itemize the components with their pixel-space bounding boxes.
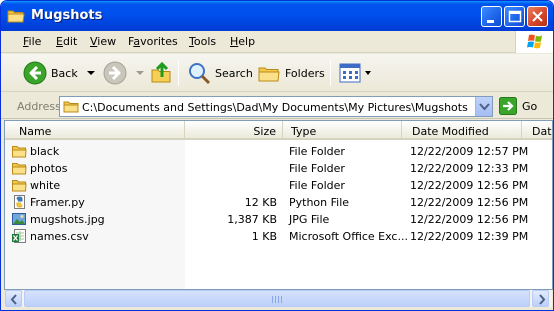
file-size: 12 KB xyxy=(244,196,277,209)
file-name: white xyxy=(30,179,61,192)
file-date-modified: 12/22/2009 12:56 PM xyxy=(410,196,529,209)
file-name: photos xyxy=(30,162,68,175)
scroll-right-button[interactable] xyxy=(532,290,549,307)
file-name: names.csv xyxy=(30,230,89,243)
close-icon xyxy=(532,11,543,22)
menu-view[interactable]: View xyxy=(90,35,116,48)
file-name: mugshots.jpg xyxy=(30,213,105,226)
file-type: JPG File xyxy=(289,213,330,226)
chevron-down-icon[interactable] xyxy=(135,68,145,78)
address-input[interactable]: C:\Documents and Settings\Dad\My Documen… xyxy=(59,96,493,117)
file-date-modified: 12/22/2009 12:56 PM xyxy=(410,213,529,226)
maximize-button[interactable] xyxy=(504,6,525,27)
menu-tools[interactable]: Tools xyxy=(189,35,216,48)
folder-icon xyxy=(63,101,79,113)
file-size: 1 KB xyxy=(251,230,277,243)
address-label: Address xyxy=(17,100,61,113)
file-size: 1,387 KB xyxy=(227,213,277,226)
back-label: Back xyxy=(51,66,78,80)
minimize-icon xyxy=(487,20,494,23)
file-date-modified: 12/22/2009 12:39 PM xyxy=(410,230,529,243)
back-arrow-icon xyxy=(23,61,47,85)
horizontal-scrollbar[interactable] xyxy=(5,290,552,307)
column-size[interactable]: Size xyxy=(185,121,283,140)
minimize-button[interactable] xyxy=(481,6,502,27)
menu-bar: File Edit View Favorites Tools Help xyxy=(1,31,553,53)
title-bar[interactable]: Mugshots xyxy=(1,1,553,31)
go-button[interactable]: Go xyxy=(499,97,537,115)
explorer-window: Mugshots File Edit View Favorites Tools … xyxy=(0,0,554,311)
python-file-icon xyxy=(14,195,25,209)
search-icon xyxy=(189,63,211,85)
maximize-icon xyxy=(508,10,522,23)
file-row[interactable]: black File Folder 12/22/2009 12:57 PM xyxy=(5,143,552,160)
menu-help[interactable]: Help xyxy=(230,35,255,48)
folder-icon xyxy=(12,163,27,175)
address-path: C:\Documents and Settings\Dad\My Documen… xyxy=(82,101,468,114)
views-icon xyxy=(339,63,361,83)
file-row[interactable]: Framer.py 12 KB Python File 12/22/2009 12:5… xyxy=(5,194,552,211)
file-date-modified: 12/22/2009 12:56 PM xyxy=(410,179,529,192)
file-date-modified: 12/22/2009 12:33 PM xyxy=(410,162,529,175)
window-title: Mugshots xyxy=(31,8,103,23)
search-label: Search xyxy=(215,66,253,80)
forward-button[interactable] xyxy=(103,60,145,86)
folders-label: Folders xyxy=(285,66,325,80)
menu-file[interactable]: File xyxy=(23,35,41,48)
column-header: Name Size Type Date Modified Dat xyxy=(5,121,552,140)
back-button[interactable]: Back xyxy=(23,60,96,86)
go-label: Go xyxy=(522,99,538,113)
up-folder-icon xyxy=(151,61,171,83)
file-row[interactable]: white File Folder 12/22/2009 12:56 PM xyxy=(5,177,552,194)
forward-arrow-icon xyxy=(103,61,127,85)
scroll-thumb[interactable] xyxy=(24,290,530,307)
file-row[interactable]: mugshots.jpg 1,387 KB JPG File 12/22/2009 1… xyxy=(5,211,552,228)
file-type: File Folder xyxy=(289,179,345,192)
file-row[interactable]: photos File Folder 12/22/2009 12:33 PM xyxy=(5,160,552,177)
chevron-right-icon xyxy=(539,294,546,305)
chevron-down-icon xyxy=(479,103,490,111)
views-button[interactable] xyxy=(338,60,372,86)
chevron-down-icon[interactable] xyxy=(86,68,96,78)
scroll-grip xyxy=(272,296,282,303)
image-file-icon xyxy=(12,213,26,225)
go-arrow-icon xyxy=(499,97,517,115)
folder-icon xyxy=(7,10,25,23)
folders-icon xyxy=(258,67,280,82)
up-folder-button[interactable] xyxy=(150,60,174,86)
column-date-extra[interactable]: Dat xyxy=(522,121,552,140)
excel-file-icon xyxy=(12,229,26,243)
toolbar-separator xyxy=(178,60,179,86)
column-name[interactable]: Name xyxy=(5,121,185,140)
file-list[interactable]: Name Size Type Date Modified Dat black Fi… xyxy=(4,120,553,290)
scroll-left-button[interactable] xyxy=(5,290,22,307)
folders-button[interactable]: Folders xyxy=(257,60,325,86)
close-button[interactable] xyxy=(527,6,548,27)
column-date-modified[interactable]: Date Modified xyxy=(402,121,522,140)
file-type: File Folder xyxy=(289,145,345,158)
toolbar: Back Search Folders xyxy=(1,54,553,92)
chevron-down-icon[interactable] xyxy=(364,68,372,78)
menu-edit[interactable]: Edit xyxy=(56,35,77,48)
file-date-modified: 12/22/2009 12:57 PM xyxy=(410,145,529,158)
file-type: Python File xyxy=(289,196,350,209)
file-type: File Folder xyxy=(289,162,345,175)
file-row[interactable]: names.csv 1 KB Microsoft Office Exc... 12/2… xyxy=(5,228,552,245)
folder-icon xyxy=(12,180,27,192)
file-name: black xyxy=(30,145,60,158)
file-type: Microsoft Office Exc... xyxy=(289,230,408,243)
address-dropdown-button[interactable] xyxy=(475,97,492,116)
chevron-left-icon xyxy=(10,294,17,305)
file-name: Framer.py xyxy=(30,196,85,209)
menu-favorites[interactable]: Favorites xyxy=(128,35,178,48)
folder-icon xyxy=(12,146,27,158)
address-bar: Address C:\Documents and Settings\Dad\My… xyxy=(1,93,553,119)
column-type[interactable]: Type xyxy=(283,121,402,140)
windows-logo-icon xyxy=(515,31,553,53)
search-button[interactable]: Search xyxy=(187,60,253,86)
toolbar-separator xyxy=(330,60,331,86)
